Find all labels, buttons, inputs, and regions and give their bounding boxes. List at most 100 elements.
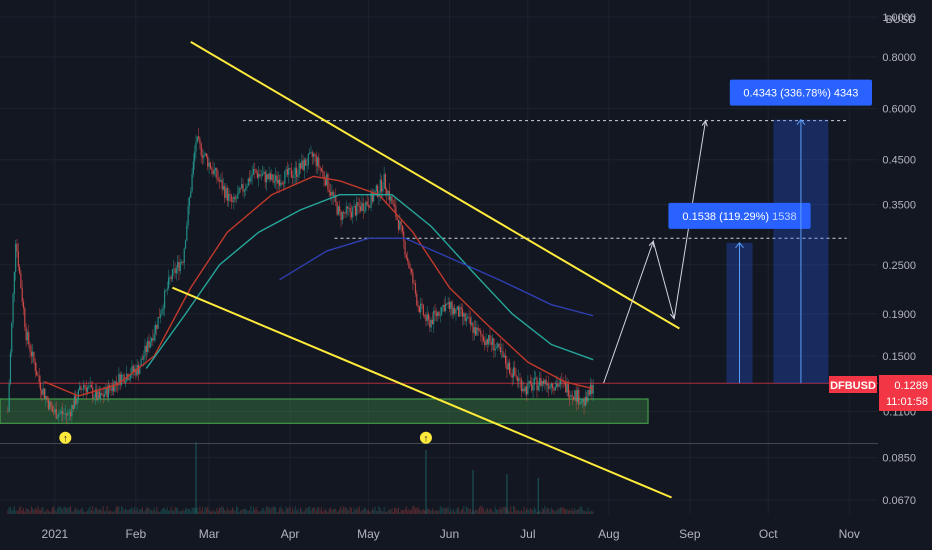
candle-body — [195, 142, 197, 152]
volume-bar — [275, 507, 277, 514]
candle-body — [58, 413, 60, 418]
candle-body — [13, 271, 15, 294]
volume-bar — [105, 510, 107, 514]
volume-bar — [313, 508, 315, 514]
volume-bar — [348, 510, 350, 514]
volume-bar — [130, 508, 132, 514]
volume-spike — [195, 442, 197, 514]
volume-bar — [147, 507, 149, 514]
candle-body — [322, 171, 324, 172]
candle-body — [557, 383, 559, 387]
volume-bar — [566, 509, 568, 514]
volume-bar — [533, 506, 535, 514]
volume-bar — [523, 506, 525, 514]
candle-body — [571, 394, 573, 397]
candle-body — [263, 171, 265, 174]
candle-body — [501, 351, 503, 352]
volume-bar — [578, 509, 580, 514]
volume-bar — [56, 508, 58, 514]
candle-body — [228, 193, 230, 201]
volume-bar — [26, 509, 28, 514]
volume-bar — [416, 507, 418, 514]
candle-body — [525, 386, 528, 395]
volume-bar — [370, 510, 372, 514]
volume-bar — [109, 510, 111, 514]
volume-bar — [152, 510, 154, 514]
volume-bar — [271, 507, 273, 514]
volume-bar — [144, 510, 146, 514]
volume-bar — [12, 509, 14, 514]
time-tick-label: Apr — [281, 527, 300, 541]
time-tick-label: Feb — [126, 527, 147, 541]
volume-bar — [132, 510, 134, 514]
volume-bar — [458, 507, 460, 514]
candle-body — [83, 385, 85, 390]
volume-bar — [426, 508, 428, 514]
volume-bar — [539, 510, 541, 514]
volume-bar — [196, 508, 198, 514]
candle-body — [353, 206, 355, 208]
candle-body — [285, 169, 287, 171]
volume-bar — [92, 506, 94, 514]
price-tick-label: 1.0000 — [882, 12, 916, 24]
volume-bar — [175, 507, 177, 514]
price-axis[interactable]: BUSD 1.00000.80000.60000.45000.35000.250… — [878, 0, 932, 550]
volume-bar — [333, 508, 335, 514]
chart[interactable]: 0.1538 (119.29%) 15380.4343 (336.78%) 43… — [0, 0, 932, 550]
volume-bar — [456, 507, 458, 514]
time-axis[interactable]: 2021 Feb Mar Apr May Jun Jul Aug Sep Oct Nov — [42, 527, 860, 541]
candle-body — [178, 261, 180, 272]
volume-bar — [455, 509, 457, 514]
volume-bar — [178, 511, 180, 514]
volume-bar — [536, 511, 538, 514]
volume-bar — [315, 510, 317, 514]
candle-body — [106, 386, 108, 398]
volume-bar — [100, 508, 102, 514]
volume-bar — [20, 506, 22, 514]
volume-bar — [460, 509, 462, 514]
volume-bar — [104, 511, 106, 514]
volume-bar — [486, 508, 488, 514]
price-tick-label: 0.0850 — [882, 453, 916, 465]
candle-body — [29, 344, 31, 352]
candle-body — [276, 175, 278, 184]
candle-body — [35, 371, 38, 376]
time-tick-label: Sep — [679, 527, 701, 541]
candle-body — [384, 174, 387, 190]
candle-body — [511, 373, 513, 378]
candle-body — [216, 168, 218, 179]
volume-bar — [335, 508, 337, 514]
candle-body — [362, 202, 364, 212]
volume-bar — [516, 510, 518, 514]
volume-bar — [316, 507, 318, 514]
candle-body — [390, 196, 392, 201]
candle-body — [467, 317, 469, 319]
volume-bar — [258, 511, 260, 514]
candle-body — [367, 204, 370, 207]
candle-body — [515, 375, 517, 377]
candle-body — [569, 396, 571, 398]
volume-bar — [386, 511, 388, 514]
volume-bar — [588, 511, 590, 514]
candle-body — [461, 308, 464, 317]
candle-body — [39, 382, 42, 391]
candle-body — [156, 324, 158, 329]
candle-body — [90, 385, 93, 388]
volume-bar — [281, 508, 283, 514]
candle-body — [103, 394, 106, 397]
candle-body — [408, 261, 410, 268]
zones — [0, 398, 649, 424]
volume-bar — [127, 510, 129, 514]
volume-bar — [87, 510, 89, 514]
candle-body — [460, 307, 462, 309]
candle-body — [567, 384, 569, 397]
candle-body — [341, 211, 343, 221]
candle-body — [382, 188, 384, 192]
candle-body — [472, 322, 474, 333]
support-zone — [0, 398, 649, 424]
volume-bar — [331, 510, 333, 514]
volume-bar — [576, 509, 578, 514]
candle-body — [316, 157, 319, 167]
volume-bar — [306, 508, 308, 514]
candle-body — [477, 327, 479, 331]
